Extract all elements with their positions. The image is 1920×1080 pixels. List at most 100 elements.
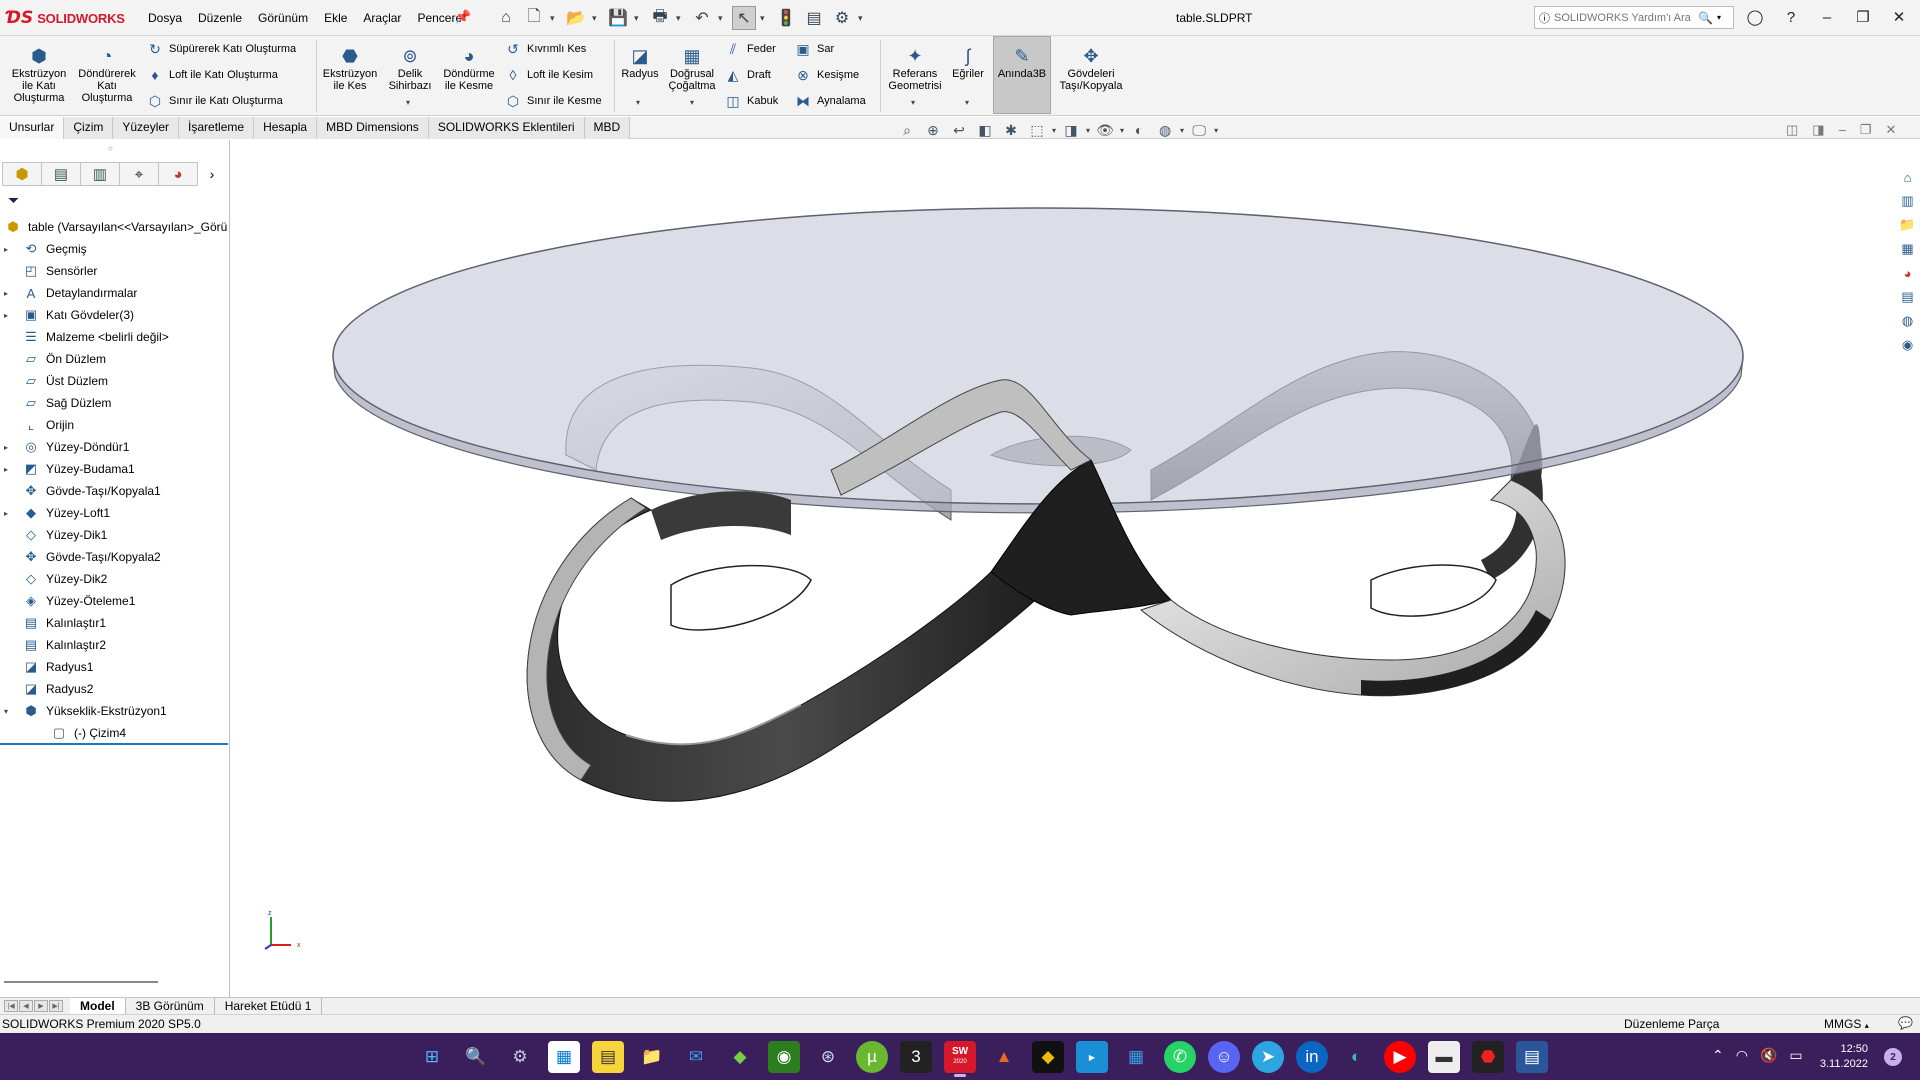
gaming-app-icon[interactable]: ◆ bbox=[724, 1041, 756, 1073]
view-settings-dropdown-icon[interactable]: ▾ bbox=[1214, 126, 1218, 135]
tab-hesapla[interactable]: Hesapla bbox=[254, 117, 318, 139]
3ds-max-icon[interactable]: 3 bbox=[900, 1041, 932, 1073]
appearances-scenes-icon[interactable]: ◕ bbox=[1898, 264, 1918, 282]
undo-dropdown-icon[interactable]: ▾ bbox=[718, 6, 728, 30]
fillet-button[interactable]: ◪ Radyus bbox=[618, 44, 662, 80]
extrude-cut-button[interactable]: ⬣ Ekstrüzyon ile Kes bbox=[320, 44, 380, 92]
tree-item[interactable]: ▸ ▣ Katı Gövdeler(3) bbox=[0, 304, 228, 326]
viewport-tile-icon[interactable]: ◫ bbox=[1786, 122, 1798, 138]
rib-button[interactable]: ⫽ Feder bbox=[724, 40, 776, 58]
print-dropdown-icon[interactable]: ▾ bbox=[676, 6, 686, 30]
search-icon[interactable]: 🔍 bbox=[1698, 11, 1713, 25]
restore-icon[interactable]: ❐ bbox=[1848, 6, 1878, 28]
first-tab-icon[interactable]: |◀ bbox=[4, 1000, 18, 1012]
nvidia-icon[interactable]: ◉ bbox=[768, 1041, 800, 1073]
expand-arrow-icon[interactable]: ▸ bbox=[0, 289, 12, 298]
open-folder-icon[interactable]: 📂 bbox=[564, 6, 588, 30]
view-orientation-icon[interactable]: ⬚ bbox=[1026, 120, 1048, 140]
panel-grip-icon[interactable]: ○ bbox=[108, 144, 113, 153]
shell-button[interactable]: ◫ Kabuk bbox=[724, 92, 778, 110]
help-search-input[interactable] bbox=[1554, 11, 1694, 24]
solidworks-taskbar-icon[interactable]: SW 2020 bbox=[944, 1041, 976, 1077]
home-icon[interactable]: ⌂ bbox=[494, 6, 518, 30]
calculator-icon[interactable]: ▦ bbox=[1120, 1041, 1152, 1073]
mirror-button[interactable]: ⧓ Aynalama bbox=[794, 92, 866, 110]
loft-cut-button[interactable]: ◊ Loft ile Kesim bbox=[504, 66, 594, 84]
matlab-icon[interactable]: ▲ bbox=[988, 1041, 1020, 1073]
tree-item[interactable]: ◈ Yüzey-Öteleme1 bbox=[0, 590, 228, 612]
tree-item[interactable]: ✥ Gövde-Taşı/Kopyala2 bbox=[0, 546, 228, 568]
help-search-box[interactable]: ⓘ 🔍 ▾ bbox=[1534, 6, 1734, 29]
tooltip-toggle-icon[interactable]: 💬 bbox=[1898, 1016, 1913, 1030]
display-style-icon[interactable]: ◨ bbox=[1060, 120, 1082, 140]
tree-item[interactable]: ▸ ⟲ Geçmiş bbox=[0, 238, 228, 260]
save-dropdown-icon[interactable]: ▾ bbox=[634, 6, 644, 30]
print-icon[interactable]: 🖶 bbox=[648, 6, 672, 30]
swept-cut-button[interactable]: ↺ Kıvrımlı Kes bbox=[504, 40, 586, 58]
hole-wizard-dropdown-icon[interactable]: ▾ bbox=[406, 98, 410, 107]
tab-isaretleme[interactable]: İşaretleme bbox=[179, 117, 255, 139]
expand-arrow-icon[interactable]: ▸ bbox=[0, 311, 12, 320]
tab-unsurlar[interactable]: Unsurlar bbox=[0, 117, 65, 139]
linear-pattern-dropdown-icon[interactable]: ▾ bbox=[690, 98, 694, 107]
menu-duzenle[interactable]: Düzenle bbox=[190, 11, 250, 25]
help-icon[interactable]: ? bbox=[1776, 6, 1806, 28]
select-arrow-icon[interactable]: ↖ bbox=[732, 6, 756, 30]
horizontal-scrollbar[interactable] bbox=[4, 981, 158, 983]
settings-gear-icon[interactable]: ⚙ bbox=[504, 1041, 536, 1073]
tab-3d-view[interactable]: 3B Görünüm bbox=[126, 998, 215, 1014]
tree-item[interactable]: ✥ Gövde-Taşı/Kopyala1 bbox=[0, 480, 228, 502]
graphics-area[interactable]: ⌕ ⊕ ↩ ◧ ✱ ⬚ ▾ ◨ ▾ 👁 ▾ ◐ ◍ ▾ 🖵 ▾ z x bbox=[231, 122, 1895, 997]
edge-browser-icon[interactable]: ◐ bbox=[1340, 1041, 1372, 1073]
tree-item[interactable]: ◪ Radyus2 bbox=[0, 678, 228, 700]
user-account-icon[interactable]: ◯ bbox=[1740, 6, 1770, 28]
options-gear-icon[interactable]: ⚙ bbox=[830, 6, 854, 30]
zoom-to-fit-icon[interactable]: ⌕ bbox=[896, 120, 918, 140]
search-dropdown-icon[interactable]: ▾ bbox=[1717, 13, 1721, 22]
tree-child-sketch[interactable]: ▢ (-) Çizim4 bbox=[0, 722, 228, 744]
tree-item[interactable]: ▸ ◎ Yüzey-Döndür1 bbox=[0, 436, 228, 458]
expand-arrow-icon[interactable]: ▸ bbox=[0, 509, 12, 518]
close-icon[interactable]: ✕ bbox=[1884, 6, 1914, 28]
curves-button[interactable]: ʃ Eğriler bbox=[948, 44, 988, 80]
racing-game-icon[interactable]: ⬣ bbox=[1472, 1041, 1504, 1073]
utorrent-icon[interactable]: µ bbox=[856, 1041, 888, 1073]
tree-item[interactable]: ▸ ◩ Yüzey-Budama1 bbox=[0, 458, 228, 480]
expand-arrow-icon[interactable]: ▾ bbox=[0, 707, 12, 716]
section-view-icon[interactable]: ◧ bbox=[974, 120, 996, 140]
steam-icon[interactable]: ⊛ bbox=[812, 1041, 844, 1073]
tab-model[interactable]: Model bbox=[70, 998, 126, 1014]
solidworks-resources-home-icon[interactable]: ⌂ bbox=[1898, 168, 1918, 186]
tree-item[interactable]: ▤ Kalınlaştır1 bbox=[0, 612, 228, 634]
apply-scene-icon[interactable]: ◍ bbox=[1154, 120, 1176, 140]
search-icon[interactable]: 🔍 bbox=[460, 1041, 492, 1073]
tree-item[interactable]: ☰ Malzeme <belirli değil> bbox=[0, 326, 228, 348]
boundary-boss-button[interactable]: ⬡ Sınır ile Katı Oluşturma bbox=[146, 92, 283, 110]
next-tab-icon[interactable]: ▶ bbox=[34, 1000, 48, 1012]
volume-muted-icon[interactable]: 🔇 bbox=[1760, 1047, 1777, 1064]
rollback-bar[interactable] bbox=[0, 743, 228, 745]
undo-icon[interactable]: ↶ bbox=[690, 6, 714, 30]
prime-video-icon[interactable]: ▶ bbox=[1076, 1041, 1108, 1073]
tree-item[interactable]: ▱ Sağ Düzlem bbox=[0, 392, 228, 414]
start-windows-icon[interactable]: ⊞ bbox=[416, 1041, 448, 1073]
solidworks-logo[interactable]: ƊS SOLIDWORKS bbox=[6, 8, 125, 28]
apply-scene-dropdown-icon[interactable]: ▾ bbox=[1180, 126, 1184, 135]
previous-view-icon[interactable]: ↩ bbox=[948, 120, 970, 140]
tree-item[interactable]: ▸ ◆ Yüzey-Loft1 bbox=[0, 502, 228, 524]
new-dropdown-icon[interactable]: ▾ bbox=[550, 6, 560, 30]
revolve-boss-button[interactable]: ◔ Döndürerek Katı Oluşturma bbox=[74, 44, 140, 104]
tab-solidworks-eklentileri[interactable]: SOLIDWORKS Eklentileri bbox=[428, 117, 585, 139]
tree-item[interactable]: ◇ Yüzey-Dik2 bbox=[0, 568, 228, 590]
file-explorer-icon[interactable]: 📁 bbox=[1898, 216, 1918, 234]
file-explorer-icon[interactable]: 📁 bbox=[636, 1041, 668, 1073]
units-selector[interactable]: MMGS ▴ bbox=[1824, 1017, 1869, 1031]
microsoft-store-icon[interactable]: ▦ bbox=[548, 1041, 580, 1073]
tab-mbd-dimensions[interactable]: MBD Dimensions bbox=[317, 117, 429, 139]
custom-properties-icon[interactable]: ▤ bbox=[1898, 288, 1918, 306]
show-hidden-icons-chevron-icon[interactable]: ⌃ bbox=[1712, 1047, 1724, 1064]
tab-mbd[interactable]: MBD bbox=[584, 117, 631, 139]
tree-item[interactable]: ▱ Üst Düzlem bbox=[0, 370, 228, 392]
word-document-icon[interactable]: ▤ bbox=[1516, 1041, 1548, 1073]
viewport-close-icon[interactable]: ✕ bbox=[1885, 122, 1896, 138]
